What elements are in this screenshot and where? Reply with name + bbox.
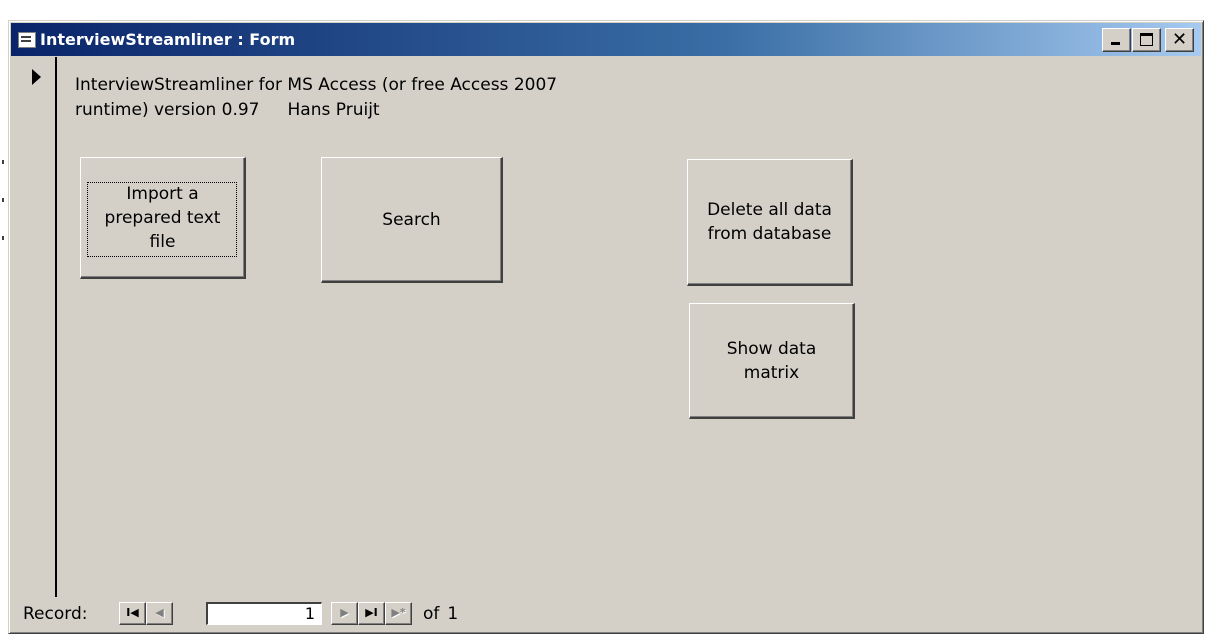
record-count: of 1 — [423, 604, 466, 624]
info-line-1: InterviewStreamliner for MS Access (or f… — [75, 75, 558, 95]
maximize-button[interactable] — [1132, 28, 1161, 52]
delete-label-line-2: from database — [707, 224, 832, 244]
minimize-icon — [1111, 42, 1120, 45]
matrix-label-line-2: matrix — [743, 362, 800, 383]
first-record-icon: I◀ — [126, 606, 139, 619]
previous-record-icon: ◀ — [155, 606, 164, 619]
last-record-icon: ▶I — [365, 606, 378, 619]
previous-record-button[interactable]: ◀ — [146, 602, 173, 625]
record-label: Record: — [23, 604, 88, 624]
import-label-line-3: file — [149, 231, 176, 252]
delete-button-label: Delete all data from database — [701, 198, 838, 246]
next-record-icon: ▶ — [340, 606, 349, 619]
title-bar[interactable]: InterviewStreamliner : Form ✕ — [11, 23, 1201, 56]
show-data-matrix-button[interactable]: Show data matrix — [689, 303, 855, 419]
minimize-button[interactable] — [1102, 28, 1131, 52]
window-title: InterviewStreamliner : Form — [40, 30, 296, 49]
maximize-icon — [1140, 33, 1153, 46]
new-record-button[interactable]: ▶* — [385, 602, 412, 625]
last-record-button[interactable]: ▶I — [358, 602, 385, 625]
form-window: InterviewStreamliner : Form ✕ InterviewS… — [8, 20, 1204, 634]
delete-all-data-button[interactable]: Delete all data from database — [687, 159, 853, 286]
info-line-2: runtime) version 0.97 Hans Pruijt — [75, 98, 557, 123]
record-selector[interactable] — [11, 57, 57, 597]
new-record-icon: ▶* — [391, 606, 406, 619]
import-text-file-button[interactable]: Import a prepared text file — [80, 157, 246, 279]
import-label-line-2: prepared text — [104, 207, 221, 228]
version-text: runtime) version 0.97 — [75, 100, 260, 120]
close-icon: ✕ — [1171, 29, 1188, 50]
total-records: 1 — [447, 604, 459, 624]
import-button-label: Import a prepared text file — [99, 182, 227, 254]
matrix-label-line-1: Show data — [726, 338, 817, 359]
current-record-arrow-icon — [32, 69, 41, 85]
of-label: of — [423, 604, 440, 624]
form-icon — [18, 32, 36, 48]
search-button-label: Search — [382, 209, 441, 230]
left-edge-marks — [0, 150, 6, 260]
record-navigation-bar: Record: I◀ ◀ 1 ▶ ▶I ▶* of 1 — [11, 599, 1201, 629]
matrix-button-label: Show data matrix — [721, 337, 823, 385]
author-text: Hans Pruijt — [287, 100, 380, 120]
next-record-button[interactable]: ▶ — [331, 602, 358, 625]
import-label-line-1: Import a — [126, 183, 199, 204]
close-button[interactable]: ✕ — [1165, 28, 1194, 52]
record-number-input[interactable]: 1 — [206, 602, 322, 625]
app-info-text: InterviewStreamliner for MS Access (or f… — [75, 73, 557, 123]
delete-label-line-1: Delete all data — [707, 200, 832, 220]
first-record-button[interactable]: I◀ — [119, 602, 146, 625]
search-button[interactable]: Search — [321, 157, 503, 283]
